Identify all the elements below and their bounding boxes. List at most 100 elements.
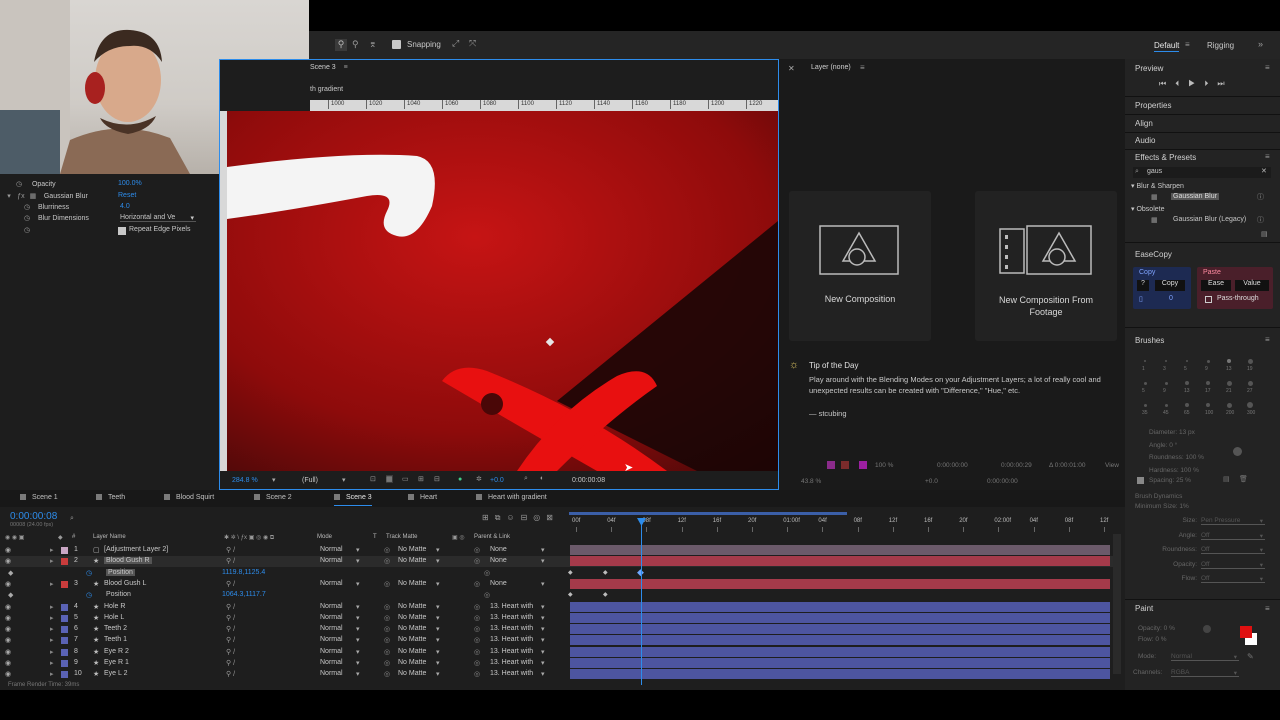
parent-dropdown[interactable]: 13. Heart with	[490, 670, 533, 677]
fx-icon[interactable]: ƒx	[16, 193, 26, 200]
brush-tip[interactable]	[1206, 359, 1210, 363]
chevron-down-icon[interactable]: ▾	[436, 580, 440, 588]
parent-pickwhip-icon[interactable]: ◎	[474, 648, 480, 656]
layer-name[interactable]: Eye R 1	[104, 659, 129, 666]
workspace-default[interactable]: Default	[1154, 41, 1180, 52]
layer-name[interactable]: Teeth 2	[104, 625, 127, 632]
chevron-down-icon[interactable]: ▾	[356, 580, 360, 588]
col-track-matte[interactable]: Track Matte	[386, 534, 417, 540]
layer-switches[interactable]: ⚲ /	[226, 603, 235, 611]
expand-arrow-icon[interactable]: ▸	[50, 603, 54, 611]
expand-arrow-icon[interactable]: ▸	[50, 557, 54, 565]
matte-pickwhip-icon[interactable]: ◎	[384, 557, 390, 565]
keyframe-marker[interactable]: ◆	[568, 569, 573, 576]
layer-time-end[interactable]: 0:00:00:29	[1001, 462, 1032, 469]
brush-tip[interactable]	[1227, 359, 1231, 363]
dynamics-dropdown[interactable]: Off ▾	[1201, 546, 1265, 554]
last-frame-icon[interactable]: ⏭	[1217, 79, 1233, 88]
chevron-down-icon[interactable]: ▾	[436, 603, 440, 611]
draft-3d-icon[interactable]: ⧉	[495, 513, 507, 522]
copy-button[interactable]: Copy	[1155, 280, 1185, 291]
matte-pickwhip-icon[interactable]: ◎	[384, 648, 390, 656]
chevron-down-icon[interactable]: ▾	[436, 670, 440, 678]
layer-duration-bar[interactable]	[570, 669, 1110, 680]
visibility-eye-icon[interactable]: ◉	[5, 636, 11, 644]
layer-duration-bar[interactable]	[570, 601, 1110, 612]
brush-tip[interactable]	[1247, 358, 1253, 364]
blend-mode-dropdown[interactable]: Normal	[320, 580, 343, 587]
label-color-swatch[interactable]	[61, 580, 68, 588]
stopwatch-icon[interactable]: ◷	[14, 180, 24, 188]
visibility-eye-icon[interactable]: ◉	[5, 648, 11, 656]
info-icon[interactable]: ⓘ	[1257, 192, 1264, 202]
brush-tip[interactable]	[1186, 360, 1188, 362]
brush-tip[interactable]	[1226, 402, 1232, 408]
brush-tip[interactable]	[1164, 381, 1168, 385]
blend-mode-dropdown[interactable]: Normal	[320, 557, 343, 564]
comp-canvas[interactable]: ➤	[227, 111, 778, 471]
chevron-down-icon[interactable]: ▾	[436, 546, 440, 554]
parent-dropdown[interactable]: 13. Heart with	[490, 636, 533, 643]
timeline-ruler[interactable]: 00f 04f 08f 12f 16f 20f 01:00f 04f 08f 12f 16f 20f 0…	[566, 514, 1111, 532]
color-swatch[interactable]	[841, 461, 849, 469]
effect-gaussian-blur[interactable]: ▦ Gaussian Blur ⓘ	[1145, 192, 1265, 203]
blend-mode-dropdown[interactable]: Normal	[320, 659, 343, 666]
layer-duration-bar[interactable]	[570, 612, 1110, 623]
eyedropper-icon[interactable]: ✎	[1247, 652, 1254, 661]
track-matte-dropdown[interactable]: No Matte	[398, 580, 426, 587]
layer-name[interactable]: Eye L 2	[104, 670, 127, 677]
timeline-tab[interactable]: Teeth	[96, 494, 125, 506]
puppet-bend-icon[interactable]: ⌆	[369, 39, 377, 50]
expand-arrow-icon[interactable]: ▸	[50, 625, 54, 633]
keyframe-marker[interactable]: ◆	[568, 591, 573, 598]
track-matte-dropdown[interactable]: No Matte	[398, 546, 426, 553]
matte-pickwhip-icon[interactable]: ◎	[384, 614, 390, 622]
chevron-down-icon[interactable]: ▾	[356, 546, 360, 554]
timeline-tab[interactable]: Scene 1	[20, 494, 58, 506]
matte-pickwhip-icon[interactable]: ◎	[384, 580, 390, 588]
chevron-down-icon[interactable]: ▾	[541, 625, 545, 633]
label-color-swatch[interactable]	[61, 547, 68, 554]
foreground-color-swatch[interactable]	[1240, 626, 1252, 638]
mask-visibility-icon[interactable]: ▭	[402, 475, 409, 483]
track-matte-dropdown[interactable]: No Matte	[398, 603, 426, 610]
layer-duration-bar[interactable]	[570, 658, 1110, 668]
layer-row[interactable]: ◉ ▸ 2 ★ Blood Gush R ⚲ / Normal ▾ ◎ No Matte ▾ ◎ Non…	[0, 556, 1117, 568]
help-button[interactable]: ?	[1137, 280, 1149, 291]
col-mode[interactable]: Mode	[317, 534, 332, 540]
layer-name[interactable]: Teeth 1	[104, 636, 127, 643]
pass-through-checkbox[interactable]	[1205, 296, 1212, 303]
audio-header[interactable]: Audio	[1135, 136, 1155, 145]
brush-tip[interactable]	[1143, 381, 1147, 385]
brush-tip[interactable]	[1226, 380, 1232, 386]
matte-pickwhip-icon[interactable]: ◎	[384, 625, 390, 633]
label-color-swatch[interactable]	[61, 671, 68, 679]
puppet-pin-icon[interactable]: ⚲	[335, 39, 347, 51]
visibility-eye-icon[interactable]: ◉	[5, 659, 11, 667]
graph-editor-icon[interactable]: ⊠	[546, 513, 559, 522]
parent-dropdown[interactable]: None	[490, 557, 507, 564]
comp-flowchart-icon[interactable]: ⊞	[482, 513, 495, 522]
angle-label[interactable]: Angle: 0 °	[1149, 440, 1204, 453]
dynamics-dropdown[interactable]: Off ▾	[1201, 532, 1265, 540]
layer-switches[interactable]: ⚲ /	[226, 614, 235, 622]
timeline-tab[interactable]: Scene 3	[334, 494, 372, 506]
paint-opacity[interactable]: Opacity: 0 %	[1138, 625, 1175, 632]
parent-pickwhip-icon[interactable]: ◎	[474, 557, 480, 565]
blend-mode-dropdown[interactable]: Normal	[320, 670, 343, 677]
new-composition-card[interactable]: New Composition	[789, 191, 931, 341]
chevron-down-icon[interactable]: ▾	[541, 648, 545, 656]
layer-duration-bar[interactable]	[570, 556, 1110, 567]
blend-mode-dropdown[interactable]: Normal	[320, 546, 343, 553]
panel-menu-icon[interactable]: ≡	[344, 64, 348, 71]
layer-name[interactable]: Hole L	[104, 614, 124, 621]
layer-duration-bar[interactable]	[570, 578, 1110, 589]
snapshot-icon[interactable]: ◐	[540, 475, 544, 482]
timeline-tab[interactable]: Blood Squirt	[164, 494, 214, 506]
snapping-checkbox[interactable]	[392, 40, 401, 49]
layer-switches[interactable]: ⚲ /	[226, 636, 235, 644]
parent-pickwhip-icon[interactable]: ◎	[474, 580, 480, 588]
snap-edges-icon[interactable]: ⤢	[452, 38, 459, 49]
chevron-down-icon[interactable]: ▾	[541, 580, 545, 588]
track-matte-dropdown[interactable]: No Matte	[398, 648, 426, 655]
